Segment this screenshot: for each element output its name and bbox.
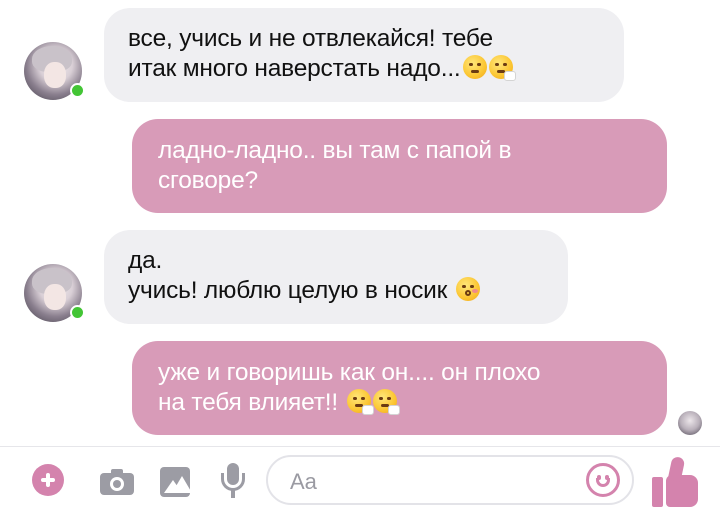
incoming-message-bubble[interactable]: все, учись и не отвлекайся! тебе итак мн… — [104, 8, 624, 102]
message-line-with-emoji: на тебя влияет!! — [158, 388, 641, 418]
kissing-face-emoji — [455, 277, 480, 301]
outgoing-message-bubble[interactable]: уже и говоришь как он.... он плохо на те… — [132, 341, 667, 435]
message-line: учись! люблю целую в носик — [128, 277, 448, 304]
camera-icon[interactable] — [100, 469, 134, 495]
avatar-face — [44, 284, 66, 310]
steam-from-nose-emoji — [462, 55, 487, 79]
message-line: уже и говоришь как он.... он плохо — [158, 359, 541, 386]
message-line-with-emoji: итак много наверстать надо... — [128, 54, 600, 84]
outgoing-message-bubble[interactable]: ладно-ладно.. вы там с папой в сговоре? — [132, 119, 667, 213]
plus-icon[interactable] — [32, 464, 64, 496]
online-status-dot — [70, 305, 85, 320]
sneezing-face-emoji — [488, 55, 516, 81]
message-line-with-emoji: учись! люблю целую в носик — [128, 276, 544, 306]
message-line: да. — [128, 247, 163, 274]
online-status-dot — [70, 83, 85, 98]
message-input-placeholder: Aa — [290, 469, 317, 494]
seen-receipt-avatar — [678, 411, 702, 435]
message-composer: Aa — [0, 446, 720, 514]
sneezing-face-emoji — [346, 389, 374, 415]
microphone-icon[interactable] — [220, 463, 246, 499]
avatar-face — [44, 62, 66, 88]
image-icon[interactable] — [160, 467, 190, 497]
emoji-icon[interactable] — [586, 463, 620, 497]
message-thread[interactable]: все, учись и не отвлекайся! тебе итак мн… — [0, 0, 720, 446]
message-line: итак много наверстать надо... — [128, 55, 461, 82]
sneezing-face-emoji — [372, 389, 400, 415]
message-line: ладно-ладно.. вы там с папой в — [158, 137, 512, 164]
message-input[interactable]: Aa — [266, 455, 634, 505]
incoming-message-bubble[interactable]: да. учись! люблю целую в носик — [104, 230, 568, 324]
thumbs-up-icon[interactable] — [652, 455, 700, 507]
message-line: сговоре? — [158, 167, 258, 194]
message-line: на тебя влияет!! — [158, 389, 338, 416]
message-line: все, учись и не отвлекайся! тебе — [128, 25, 493, 52]
